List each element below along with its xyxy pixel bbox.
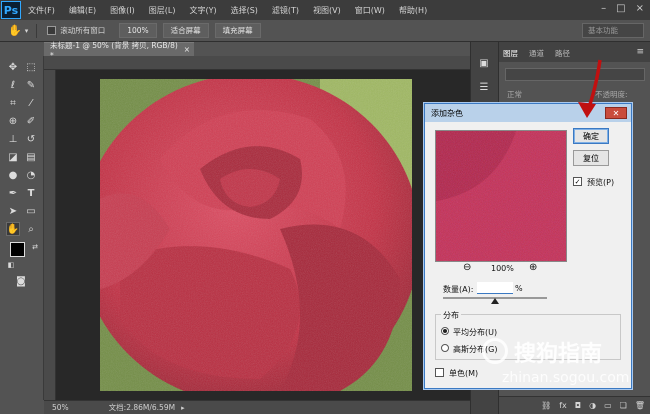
fill-screen-button[interactable]: 填充屏幕 [214,23,261,38]
adjustment-layer-icon[interactable]: ◑ [589,401,596,410]
rectangle-tool-icon[interactable]: ▭ [24,204,38,218]
blur-tool-icon[interactable]: ● [6,168,20,182]
preview-label: 预览(P) [587,178,615,187]
menu-layer[interactable]: 图层(L) [142,5,183,16]
status-zoom[interactable]: 50% [52,403,69,412]
eraser-tool-icon[interactable]: ◪ [6,150,20,164]
uniform-radio[interactable] [441,327,449,335]
add-mask-icon[interactable]: ◘ [575,401,581,410]
minimize-icon[interactable]: – [601,3,606,14]
menu-edit[interactable]: 编辑(E) [62,5,103,16]
brush-tool-icon[interactable]: ✐ [24,114,38,128]
menu-bar: Ps 文件(F) 编辑(E) 图像(I) 图层(L) 文字(Y) 选择(S) 滤… [0,0,650,20]
blend-mode-select[interactable]: 正常 [507,89,557,101]
preview-zoom-value: 100% [491,264,514,273]
delete-layer-icon[interactable]: 🗑 [635,401,645,410]
swap-colors-icon[interactable]: ⇄ [28,240,42,254]
fit-screen-button[interactable]: 适合屏幕 [162,23,209,38]
ruler-horizontal [44,56,470,70]
menu-filter[interactable]: 滤镜(T) [265,5,306,16]
type-tool-icon[interactable]: T [24,186,38,200]
ruler-vertical [44,70,56,400]
distribution-label: 分布 [441,310,461,321]
mono-label: 单色(M) [449,369,479,378]
tool-preset-chevron-icon[interactable]: ▾ [25,27,29,35]
hand-tool-icon: ✋ [8,24,22,37]
filter-preview[interactable] [435,130,567,262]
history-panel-icon[interactable]: ▣ [477,56,491,70]
lasso-tool-icon[interactable]: ℓ [6,78,20,92]
path-select-tool-icon[interactable]: ➤ [6,204,20,218]
clone-stamp-tool-icon[interactable]: ⊥ [6,132,20,146]
red-arrow-annotation [578,59,602,118]
uniform-label: 平均分布(U) [453,328,498,337]
foreground-color-swatch[interactable] [10,242,25,257]
close-icon[interactable]: × [636,3,644,14]
menu-window[interactable]: 窗口(W) [348,5,392,16]
tab-layers[interactable]: 图层 [503,48,518,59]
healing-brush-tool-icon[interactable]: ⊕ [6,114,20,128]
quick-mask-icon[interactable]: ◙ [14,274,28,288]
amount-input[interactable]: 50 [477,282,513,294]
status-document-size: 文档:2.86M/6.59M [108,403,176,412]
crop-tool-icon[interactable]: ⌗ [6,96,20,110]
menu-file[interactable]: 文件(F) [21,5,62,16]
tools-panel: ✥ ⬚ ℓ ✎ ⌗ ⁄ ⊕ ✐ ⊥ ↺ ◪ ▤ ● ◔ ✒ T ➤ ▭ ✋ ⌕ … [0,56,44,400]
maximize-icon[interactable]: □ [616,3,625,14]
zoom-tool-icon[interactable]: ⌕ [24,222,38,236]
status-bar: 50% 文档:2.86M/6.59M ▸ [44,400,470,414]
marquee-tool-icon[interactable]: ⬚ [24,60,38,74]
layers-bottom-bar: ⛓ fx ◘ ◑ ▭ ❏ 🗑 [499,396,650,414]
tab-channels[interactable]: 通道 [529,48,544,59]
amount-unit: % [515,284,523,293]
menu-type[interactable]: 文字(Y) [182,5,223,16]
amount-label: 数量(A): [443,285,474,294]
quick-select-tool-icon[interactable]: ✎ [24,78,38,92]
dodge-tool-icon[interactable]: ◔ [24,168,38,182]
menu-select[interactable]: 选择(S) [224,5,265,16]
zoom-in-icon[interactable]: ⊕ [529,262,537,273]
group-icon[interactable]: ▭ [604,401,612,410]
eyedropper-tool-icon[interactable]: ⁄ [24,96,38,110]
rose-photo [100,79,412,391]
scroll-all-label: 滚动所有窗口 [60,26,106,35]
scroll-all-checkbox[interactable] [47,26,57,35]
properties-panel-icon[interactable]: ☰ [477,80,491,94]
zoom-100-button[interactable]: 100% [119,23,157,38]
status-arrow-icon[interactable]: ▸ [181,404,185,412]
reset-button[interactable]: 复位 [573,150,609,166]
move-tool-icon[interactable]: ✥ [6,60,20,74]
layer-style-icon[interactable]: fx [559,401,567,410]
hand-tool-active-icon[interactable]: ✋ [6,222,20,236]
history-brush-tool-icon[interactable]: ↺ [24,132,38,146]
dialog-title: 添加杂色 [431,108,463,118]
workspace-select[interactable]: 基本功能 [582,23,644,38]
menu-help[interactable]: 帮助(H) [392,5,434,16]
ok-button[interactable]: 确定 [573,128,609,144]
preview-checkbox[interactable]: ✓ [573,177,582,186]
amount-slider-thumb[interactable] [491,298,499,304]
app-logo: Ps [1,1,21,19]
document-tab[interactable]: 未标题-1 @ 50% (背景 拷贝, RGB/8) * × [44,41,194,60]
zoom-out-icon[interactable]: ⊖ [463,262,471,273]
add-noise-dialog: 添加杂色 ✕ 确定 复位 ✓ 预览(P) ⊖ 100% ⊕ 数量(A): 50 … [424,103,632,389]
panel-menu-icon[interactable]: ≡ [636,47,644,57]
new-layer-icon[interactable]: ❏ [620,401,627,410]
gaussian-radio[interactable] [441,344,449,352]
menu-view[interactable]: 视图(V) [306,5,348,16]
gradient-tool-icon[interactable]: ▤ [24,150,38,164]
menu-image[interactable]: 图像(I) [103,5,142,16]
tab-close-icon[interactable]: × [184,45,190,54]
link-layers-icon[interactable]: ⛓ [541,401,551,410]
gaussian-label: 高斯分布(G) [453,345,498,354]
default-colors-icon[interactable]: ◧ [4,258,18,272]
pen-tool-icon[interactable]: ✒ [6,186,20,200]
mono-checkbox[interactable] [435,368,444,377]
tab-paths[interactable]: 路径 [555,48,570,59]
